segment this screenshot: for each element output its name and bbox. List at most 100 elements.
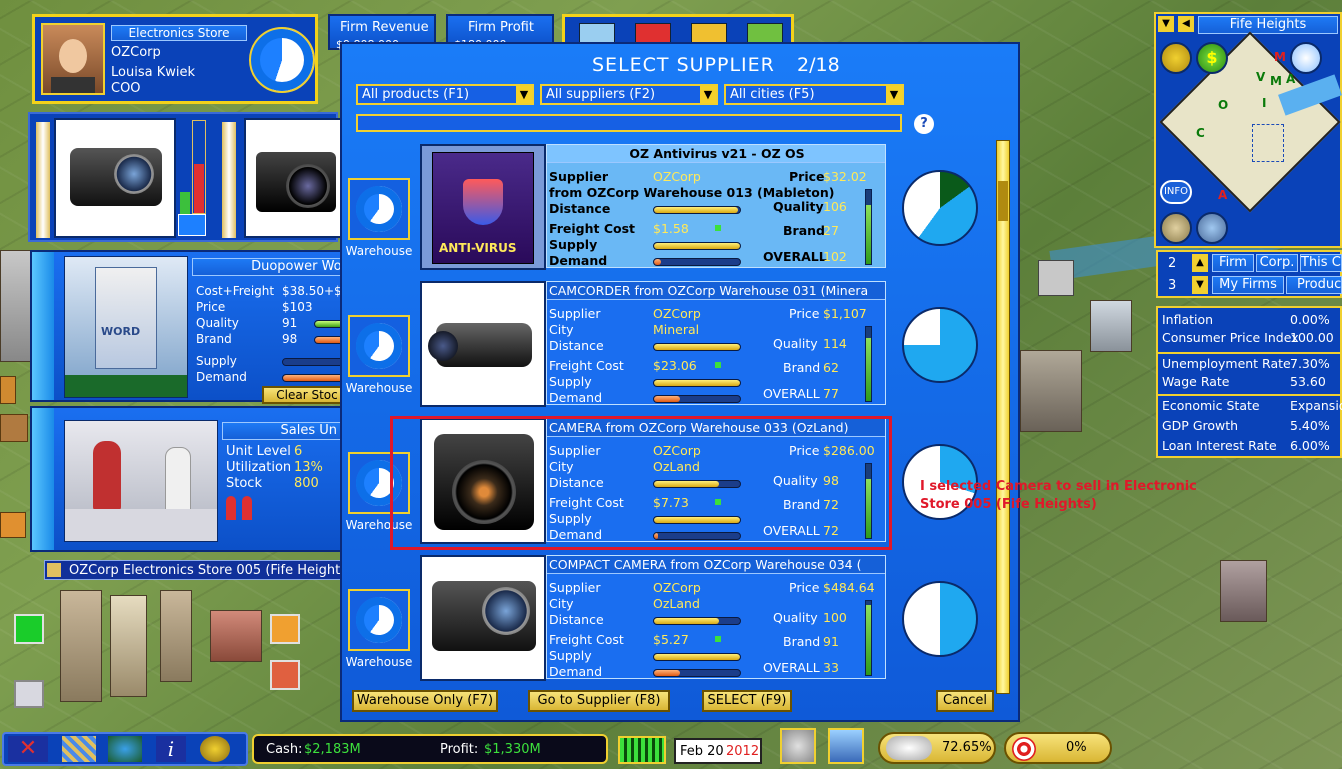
- warehouse-only-button[interactable]: Warehouse Only (F7): [352, 690, 498, 712]
- brand-value: 91: [823, 634, 839, 649]
- sales-photo[interactable]: [64, 420, 218, 542]
- overall-label: OVERALL: [763, 660, 820, 675]
- tile-icon[interactable]: [0, 512, 26, 538]
- manager-portrait[interactable]: [41, 23, 105, 95]
- firm-logo[interactable]: [249, 27, 315, 93]
- search-field[interactable]: [356, 114, 902, 132]
- up-arrow-icon[interactable]: ▲: [1192, 254, 1208, 272]
- tab-corp[interactable]: Corp.: [1256, 254, 1298, 272]
- supplier-row[interactable]: Warehouse COMPACT CAMERA from OZCorp Ware…: [342, 553, 1018, 683]
- minimap-down-icon[interactable]: ▼: [1158, 16, 1174, 32]
- pencil-icon[interactable]: [47, 563, 61, 577]
- supplier-value: OZCorp: [653, 306, 701, 321]
- tab-my-firms[interactable]: My Firms: [1212, 276, 1284, 294]
- clear-stock-button[interactable]: Clear Stoc: [262, 386, 352, 404]
- firm-logo-icon: [356, 323, 402, 369]
- market-share-pie[interactable]: [902, 307, 978, 383]
- product-image[interactable]: [420, 555, 546, 681]
- globe-icon[interactable]: [108, 736, 142, 762]
- tools-icon[interactable]: ✕: [8, 736, 48, 762]
- go-to-supplier-button[interactable]: Go to Supplier (F8): [528, 690, 670, 712]
- supplier-info-box[interactable]: CAMCORDER from OZCorp Warehouse 031 (Min…: [546, 281, 886, 405]
- tab-firm[interactable]: Firm: [1212, 254, 1254, 272]
- tile-icon[interactable]: [0, 414, 28, 442]
- freight-cost-value: $5.27: [653, 632, 689, 647]
- map-marker-icon[interactable]: [270, 614, 300, 644]
- city-filter-dropdown[interactable]: All cities (F5) ▼: [724, 84, 904, 105]
- product-box-image[interactable]: WORD: [64, 256, 188, 398]
- tile-icon[interactable]: [0, 376, 16, 404]
- tab-products[interactable]: Produc: [1286, 276, 1342, 294]
- performance-gauge[interactable]: [618, 736, 666, 764]
- move-arrow-icon[interactable]: [14, 680, 44, 708]
- corporation-icon[interactable]: [828, 728, 864, 764]
- map-marker-icon[interactable]: [14, 614, 44, 644]
- map-marker-icon[interactable]: [270, 660, 300, 690]
- cancel-button[interactable]: Cancel: [936, 690, 994, 712]
- side-slider[interactable]: [32, 408, 54, 550]
- product-filter-dropdown[interactable]: All products (F1) ▼: [356, 84, 534, 105]
- buildings-icon[interactable]: [1160, 42, 1192, 74]
- supplier-filter-text: All suppliers (F2): [546, 87, 656, 102]
- supplier-row[interactable]: Warehouse CAMCORDER from OZCorp Warehouse…: [342, 279, 1018, 409]
- swirl-icon[interactable]: [1038, 260, 1074, 296]
- speed-icon[interactable]: [200, 736, 230, 762]
- supplier-row[interactable]: Warehouse ANTI-VIRUS OZ Antivirus v21 - OZ…: [342, 142, 1018, 272]
- chart-icon[interactable]: [1290, 42, 1322, 74]
- portrait-face: [59, 39, 87, 73]
- supply-bar-fill: [654, 243, 740, 249]
- approval-display[interactable]: 72.65%: [878, 732, 996, 764]
- target-display[interactable]: 0%: [1004, 732, 1112, 764]
- city-icon[interactable]: [1196, 212, 1228, 244]
- store-name-bar[interactable]: OZCorp Electronics Store 005 (Fife Heigh…: [44, 560, 347, 580]
- down-arrow-icon[interactable]: ▼: [1192, 276, 1208, 294]
- minimap-viewport[interactable]: [1252, 124, 1284, 162]
- selected-slot[interactable]: [178, 214, 206, 236]
- economy-value: Expansio: [1290, 398, 1342, 413]
- cash-value: $2,183M: [304, 742, 361, 757]
- demand-bar: [653, 395, 741, 403]
- grid-map-icon[interactable]: [62, 736, 96, 762]
- minimap-prev-icon[interactable]: ◀: [1178, 16, 1194, 32]
- side-slider[interactable]: [32, 252, 54, 400]
- help-icon[interactable]: ?: [914, 114, 934, 134]
- manager-role: COO: [111, 81, 141, 96]
- info-button[interactable]: INFO: [1160, 180, 1192, 204]
- date-display[interactable]: Feb 20 2012: [674, 738, 762, 764]
- economy-row: Loan Interest Rate 6.00%: [1162, 438, 1342, 456]
- supplier-info-box[interactable]: COMPACT CAMERA from OZCorp Warehouse 034…: [546, 555, 886, 679]
- supplier-filter-dropdown[interactable]: All suppliers (F2) ▼: [540, 84, 718, 105]
- demand-bar-fill: [654, 670, 680, 676]
- box-front: [95, 267, 157, 369]
- product-thumbnail-camera[interactable]: [54, 118, 176, 238]
- price-label: Price: [789, 169, 825, 184]
- economy-label: Economic State: [1162, 398, 1260, 413]
- city-icon[interactable]: [1160, 212, 1192, 244]
- market-share-pie[interactable]: [902, 581, 978, 657]
- product-strip: [28, 112, 340, 242]
- money-icon[interactable]: $: [1196, 42, 1228, 74]
- distance-label: Distance: [549, 338, 604, 353]
- level-bar-green: [180, 192, 190, 214]
- quality-value: 100: [823, 610, 847, 625]
- tab-this-city[interactable]: This C: [1300, 254, 1342, 272]
- supplier-info-box[interactable]: OZ Antivirus v21 - OZ OS Supplier OZCorp fr…: [546, 144, 886, 268]
- minimap-marker-m: M: [1274, 50, 1286, 64]
- warehouse-logo[interactable]: [348, 589, 410, 651]
- warehouse-logo[interactable]: [348, 315, 410, 377]
- demand-label: Demand: [549, 664, 603, 679]
- select-button[interactable]: SELECT (F9): [702, 690, 792, 712]
- target-value: 0%: [1066, 740, 1087, 755]
- quality-label: Quality: [773, 336, 818, 351]
- firm-logo-icon: [356, 597, 402, 643]
- info-icon[interactable]: i: [156, 736, 186, 762]
- product-image[interactable]: [420, 281, 546, 407]
- government-icon[interactable]: [780, 728, 816, 764]
- market-share-pie[interactable]: [902, 170, 978, 246]
- warehouse-logo[interactable]: [348, 178, 410, 240]
- distance-label: Distance: [549, 612, 604, 627]
- product-thumbnail-dslr[interactable]: [244, 118, 340, 238]
- minimap-city-name[interactable]: Fife Heights: [1198, 16, 1338, 34]
- product-image[interactable]: ANTI-VIRUS: [420, 144, 546, 270]
- date-text: Feb 20: [680, 744, 724, 759]
